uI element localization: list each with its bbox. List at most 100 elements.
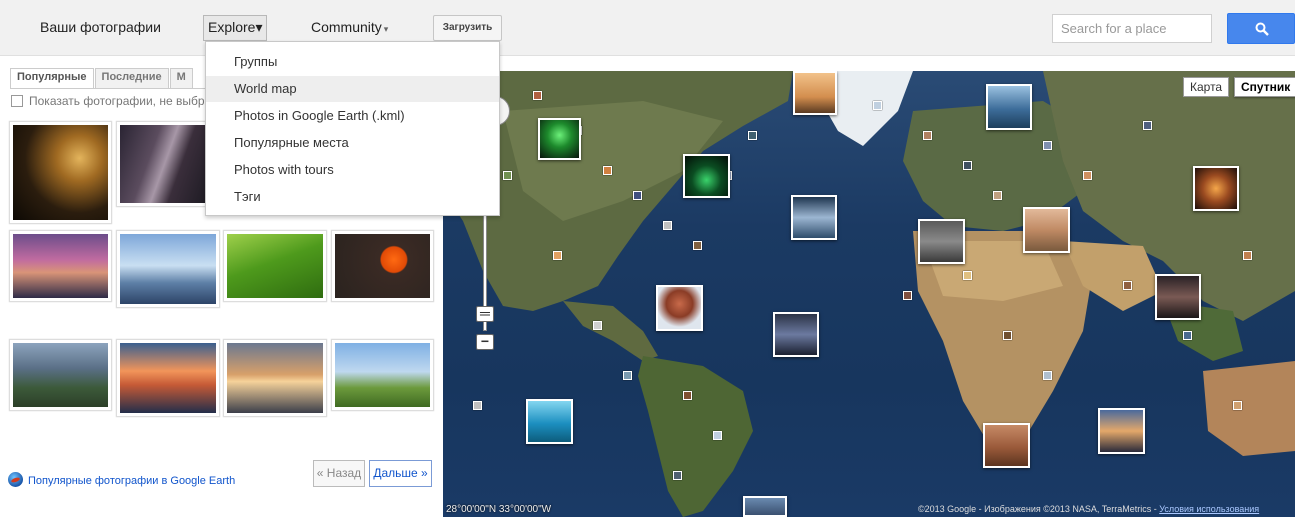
photo-pin[interactable] — [993, 191, 1002, 200]
photo-image — [120, 234, 216, 304]
photo-pin[interactable] — [473, 401, 482, 410]
map-photo-thumbnail[interactable] — [743, 496, 787, 517]
attribution-text: ©2013 Google - Изображения ©2013 NASA, T… — [918, 504, 1160, 514]
map-photo-thumbnail[interactable] — [918, 219, 965, 264]
photo-thumbnail[interactable] — [116, 230, 220, 308]
photo-pin[interactable] — [633, 191, 642, 200]
menu-item-popular-places[interactable]: Популярные места — [206, 130, 499, 156]
photo-pin[interactable] — [903, 291, 912, 300]
zoom-out-button[interactable]: − — [476, 334, 494, 350]
photo-pin[interactable] — [503, 171, 512, 180]
photo-pin[interactable] — [963, 271, 972, 280]
photo-pin[interactable] — [553, 251, 562, 260]
photo-pin[interactable] — [1043, 141, 1052, 150]
photo-image — [227, 343, 323, 413]
map-coordinates: 28°00'00"N 33°00'00"W — [446, 504, 552, 515]
explore-menu-button[interactable]: Explore▾ — [203, 15, 267, 41]
photo-pin[interactable] — [1183, 331, 1192, 340]
photo-pin[interactable] — [963, 161, 972, 170]
photo-pin[interactable] — [533, 91, 542, 100]
photo-pin[interactable] — [683, 391, 692, 400]
photo-thumbnail[interactable] — [223, 339, 327, 417]
next-page-button[interactable]: Дальше » — [369, 460, 432, 487]
map-photo-thumbnail[interactable] — [1193, 166, 1239, 211]
terms-link[interactable]: Условия использования — [1159, 504, 1259, 514]
chevron-down-icon: ▾ — [383, 24, 389, 34]
zoom-slider-handle[interactable]: ═ — [476, 306, 494, 322]
map-photo-thumbnail[interactable] — [1155, 274, 1201, 320]
photo-pin[interactable] — [713, 431, 722, 440]
photo-pin[interactable] — [1143, 121, 1152, 130]
photo-pin[interactable] — [603, 166, 612, 175]
tab-more[interactable]: М — [169, 68, 193, 88]
menu-item-groups[interactable]: Группы — [206, 49, 499, 75]
explore-label: Explore — [208, 19, 256, 35]
photo-tabs: Популярные Последние М — [10, 68, 194, 88]
show-unselected-label: Показать фотографии, не выбр — [29, 94, 205, 108]
photo-thumbnail[interactable] — [116, 121, 213, 207]
show-unselected-option[interactable]: Показать фотографии, не выбр — [11, 94, 205, 108]
map-photo-thumbnail[interactable] — [526, 399, 573, 444]
photo-pin[interactable] — [673, 471, 682, 480]
menu-item-photos-google-earth[interactable]: Photos in Google Earth (.kml) — [206, 103, 499, 129]
google-earth-icon — [8, 472, 23, 487]
photo-pin[interactable] — [693, 241, 702, 250]
photo-thumbnail[interactable] — [331, 339, 434, 411]
google-earth-link-label: Популярные фотографии в Google Earth — [28, 475, 236, 487]
prev-page-button[interactable]: « Назад — [313, 460, 365, 487]
photo-image — [227, 234, 323, 298]
page: Ваши фотографии Explore▾ Community ▾ Загр… — [0, 0, 1295, 517]
your-photos-link[interactable]: Ваши фотографии — [40, 19, 161, 35]
menu-item-world-map[interactable]: World map — [206, 76, 499, 102]
photo-pin[interactable] — [1123, 281, 1132, 290]
show-unselected-checkbox[interactable] — [11, 95, 23, 107]
map-type-satellite-button[interactable]: Спутник — [1234, 77, 1295, 97]
map-photo-thumbnail[interactable] — [773, 312, 819, 357]
map-photo-thumbnail[interactable] — [1023, 207, 1070, 253]
photo-pin[interactable] — [1043, 371, 1052, 380]
photo-image — [120, 343, 216, 413]
photo-image — [335, 343, 430, 407]
photo-pin[interactable] — [593, 321, 602, 330]
menu-item-tags[interactable]: Тэги — [206, 184, 499, 210]
map-type-map-button[interactable]: Карта — [1183, 77, 1230, 97]
map-photo-thumbnail[interactable] — [791, 195, 837, 240]
photo-pin[interactable] — [923, 131, 932, 140]
tab-recent[interactable]: Последние — [94, 68, 169, 88]
chevron-down-icon: ▾ — [255, 19, 263, 35]
map-photo-thumbnail[interactable] — [1098, 408, 1145, 454]
map-photo-thumbnail[interactable] — [986, 84, 1032, 130]
photo-thumbnail[interactable] — [9, 230, 112, 302]
search-button[interactable] — [1227, 13, 1295, 44]
community-label: Community — [311, 19, 382, 35]
world-map[interactable] — [443, 71, 1295, 517]
google-earth-popular-link[interactable]: Популярные фотографии в Google Earth — [8, 472, 235, 487]
photo-pin[interactable] — [1083, 171, 1092, 180]
map-photo-thumbnail[interactable] — [656, 285, 703, 331]
photo-pin[interactable] — [873, 101, 882, 110]
photo-pin[interactable] — [1243, 251, 1252, 260]
photo-image — [13, 234, 108, 298]
community-menu-button[interactable]: Community ▾ — [311, 19, 388, 35]
photo-thumbnail[interactable] — [116, 339, 220, 417]
photo-pin[interactable] — [1003, 331, 1012, 340]
explore-dropdown-menu: Группы World map Photos in Google Earth … — [205, 41, 500, 216]
photo-pin[interactable] — [623, 371, 632, 380]
photo-thumbnail[interactable] — [9, 339, 112, 411]
map-photo-thumbnail[interactable] — [683, 154, 730, 198]
photo-image — [335, 234, 430, 298]
photo-pin[interactable] — [748, 131, 757, 140]
map-photo-thumbnail[interactable] — [983, 423, 1030, 468]
photo-image — [13, 343, 108, 407]
photo-pin[interactable] — [1233, 401, 1242, 410]
photo-thumbnail[interactable] — [223, 230, 327, 302]
photo-thumbnail[interactable] — [331, 230, 434, 302]
menu-item-photos-with-tours[interactable]: Photos with tours — [206, 157, 499, 183]
upload-button[interactable]: Загрузить — [433, 15, 502, 41]
map-photo-thumbnail[interactable] — [538, 118, 581, 160]
photo-thumbnail[interactable] — [9, 121, 112, 224]
photo-pin[interactable] — [663, 221, 672, 230]
tab-popular[interactable]: Популярные — [10, 68, 94, 88]
search-input[interactable] — [1052, 14, 1212, 43]
map-photo-thumbnail[interactable] — [793, 71, 837, 115]
